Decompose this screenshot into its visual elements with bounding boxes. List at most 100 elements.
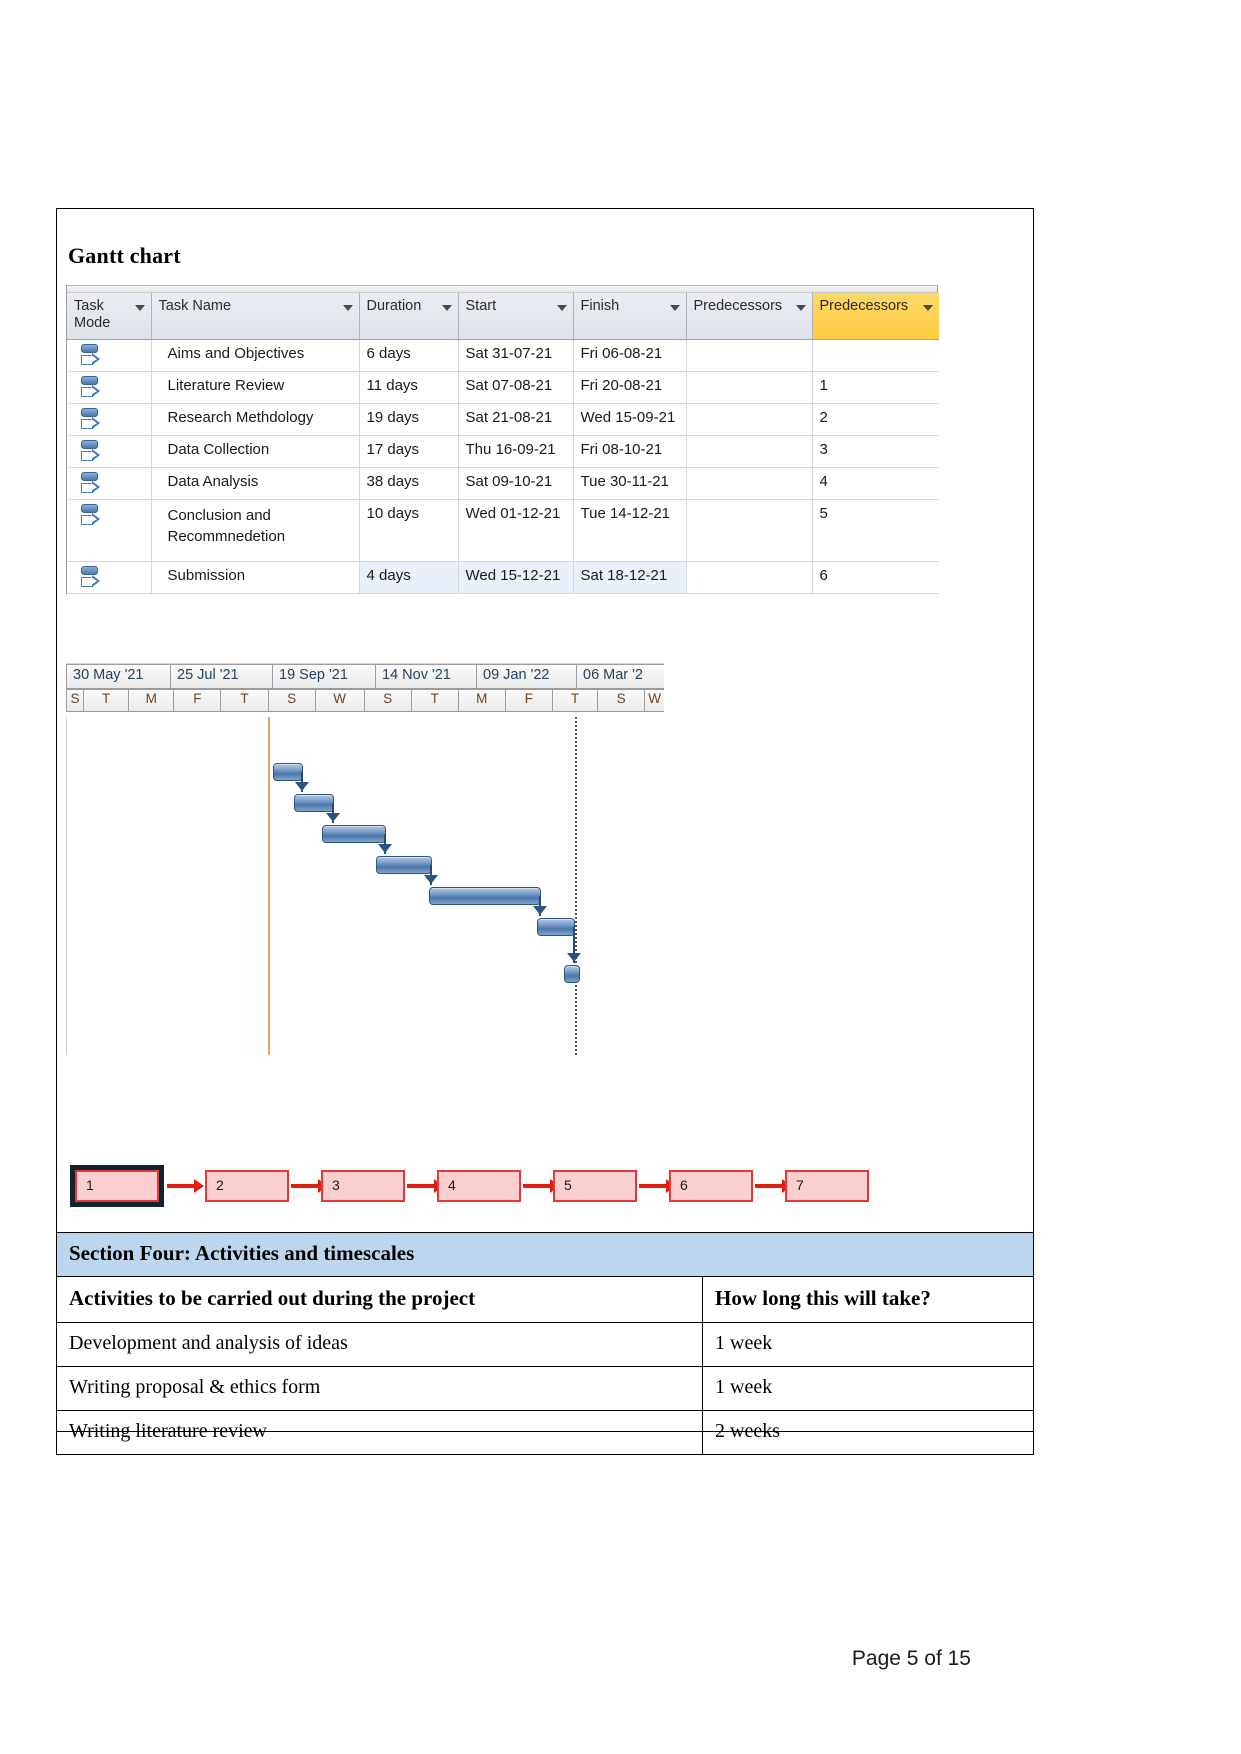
dependency-arrow-icon [326,813,340,822]
column-header-label: Task Name [158,298,232,314]
table-row[interactable]: Submission 4 days Wed 15-12-21 Sat 18-12… [67,561,939,594]
column-header-start[interactable]: Start [458,293,574,340]
table-row[interactable]: Data Collection 17 days Thu 16-09-21 Fri… [67,435,939,468]
timeline-day-label: T [221,690,269,711]
page-footer: Page 5 of 15 [851,1647,971,1670]
cell-finish: Fri 20-08-21 [573,371,687,404]
table-row[interactable]: Literature Review 11 days Sat 07-08-21 F… [67,371,939,404]
today-line [268,717,270,1055]
flow-node-4[interactable]: 4 [437,1170,521,1202]
flow-node-6[interactable]: 6 [669,1170,753,1202]
cell-task-name: Literature Review [151,371,360,404]
column-header-task-mode[interactable]: Task Mode [67,293,152,340]
cell-task-name: Conclusion and Recommnedetion [151,499,360,562]
status-date-line [575,717,577,1055]
column-header-duration: How long this will take? [702,1276,1034,1323]
flow-node-1[interactable]: 1 [70,1165,164,1207]
timeline-day-label: S [67,690,84,711]
timeline-separator [66,655,664,664]
gantt-bar-literature-review[interactable] [294,794,334,812]
flow-node-label: 4 [448,1177,456,1193]
dependency-arrow-icon [424,875,438,884]
cell-predecessors-b: 5 [812,499,939,562]
table-row[interactable]: Research Methdology 19 days Sat 21-08-21… [67,403,939,436]
chevron-down-icon[interactable] [134,305,145,311]
gantt-bar-research-methdology[interactable] [322,825,386,843]
timeline-week-label: 30 May '21 [67,665,171,688]
cell-start: Wed 01-12-21 [458,499,574,562]
cell-task-mode[interactable] [67,435,152,468]
cell-task-mode[interactable] [67,467,152,500]
chevron-down-icon[interactable] [795,305,806,311]
section-header-row: Section Four: Activities and timescales [56,1232,1034,1277]
column-header-duration[interactable]: Duration [359,293,459,340]
cell-start: Sat 21-08-21 [458,403,574,436]
chevron-down-icon[interactable] [923,305,933,311]
column-header-label: Finish [580,298,620,314]
manually-scheduled-icon [79,471,105,497]
chevron-down-icon[interactable] [441,305,452,311]
column-header-predecessors-highlighted[interactable]: Predecessors [812,293,939,340]
cell-task-mode[interactable] [67,339,152,372]
timeline-day-label: T [412,690,459,711]
flow-arrow-2-3 [291,1179,328,1193]
table-row: Writing proposal & ethics form 1 week [56,1366,1034,1411]
cell-predecessors-a [686,499,813,562]
chevron-down-icon[interactable] [556,305,567,311]
flow-node-5[interactable]: 5 [553,1170,637,1202]
cell-finish: Wed 15-09-21 [573,403,687,436]
page-title: Gantt chart [68,243,181,268]
cell-task-mode[interactable] [67,561,152,594]
cell-duration: 4 days [359,561,459,594]
cell-task-name: Research Methdology [151,403,360,436]
table-row[interactable]: Data Analysis 38 days Sat 09-10-21 Tue 3… [67,467,939,500]
cell-task-name: Data Collection [151,435,360,468]
manually-scheduled-icon [79,375,105,401]
chevron-down-icon[interactable] [342,305,353,311]
gantt-bar-conclusion-and-recommendation[interactable] [537,918,575,936]
cell-predecessors-b: 6 [812,561,939,594]
cell-predecessors-a [686,371,813,404]
gantt-bar-data-analysis[interactable] [429,887,541,905]
manually-scheduled-icon [79,343,105,369]
column-header-task-name[interactable]: Task Name [151,293,360,340]
cell-task-mode[interactable] [67,371,152,404]
timeline-day-row: S T M F T S W S T M F T S W [66,689,664,712]
flow-arrow-5-6 [639,1179,676,1193]
timeline-day-label: F [174,690,222,711]
cell-predecessors-b: 2 [812,403,939,436]
flow-node-label: 7 [796,1177,804,1193]
cell-finish: Fri 06-08-21 [573,339,687,372]
cell-activity: Writing proposal & ethics form [56,1366,703,1411]
cell-duration: 1 week [702,1366,1034,1411]
cell-task-mode[interactable] [67,403,152,436]
gantt-bars-area [66,717,664,1055]
chevron-down-icon[interactable] [669,305,680,311]
cell-task-mode[interactable] [67,499,152,562]
manually-scheduled-icon [79,503,105,529]
column-header-predecessors[interactable]: Predecessors [686,293,813,340]
table-row[interactable]: Conclusion and Recommnedetion 10 days We… [67,499,939,562]
table-row[interactable]: Aims and Objectives 6 days Sat 31-07-21 … [67,339,939,372]
manually-scheduled-icon [79,439,105,465]
column-header-activities: Activities to be carried out during the … [56,1276,703,1323]
cell-finish: Fri 08-10-21 [573,435,687,468]
timeline-day-label: S [269,690,316,711]
column-header-label: Start [465,298,497,314]
column-header-label: Task Mode [74,298,111,331]
flow-node-label: 1 [86,1177,94,1193]
flow-node-7[interactable]: 7 [785,1170,869,1202]
gantt-timeline: 30 May '21 25 Jul '21 19 Sep '21 14 Nov … [66,655,664,1055]
gantt-bar-aims-and-objectives[interactable] [273,763,303,781]
gantt-bar-submission[interactable] [564,965,580,983]
flow-node-3[interactable]: 3 [321,1170,405,1202]
timeline-day-label: T [84,690,130,711]
column-header-label: Predecessors [693,298,783,314]
cell-start: Sat 07-08-21 [458,371,574,404]
flow-node-2[interactable]: 2 [205,1170,289,1202]
gantt-bar-data-collection[interactable] [376,856,432,874]
timeline-day-label: F [506,690,553,711]
column-header-finish[interactable]: Finish [573,293,687,340]
cell-finish: Tue 30-11-21 [573,467,687,500]
flow-node-label: 5 [564,1177,572,1193]
